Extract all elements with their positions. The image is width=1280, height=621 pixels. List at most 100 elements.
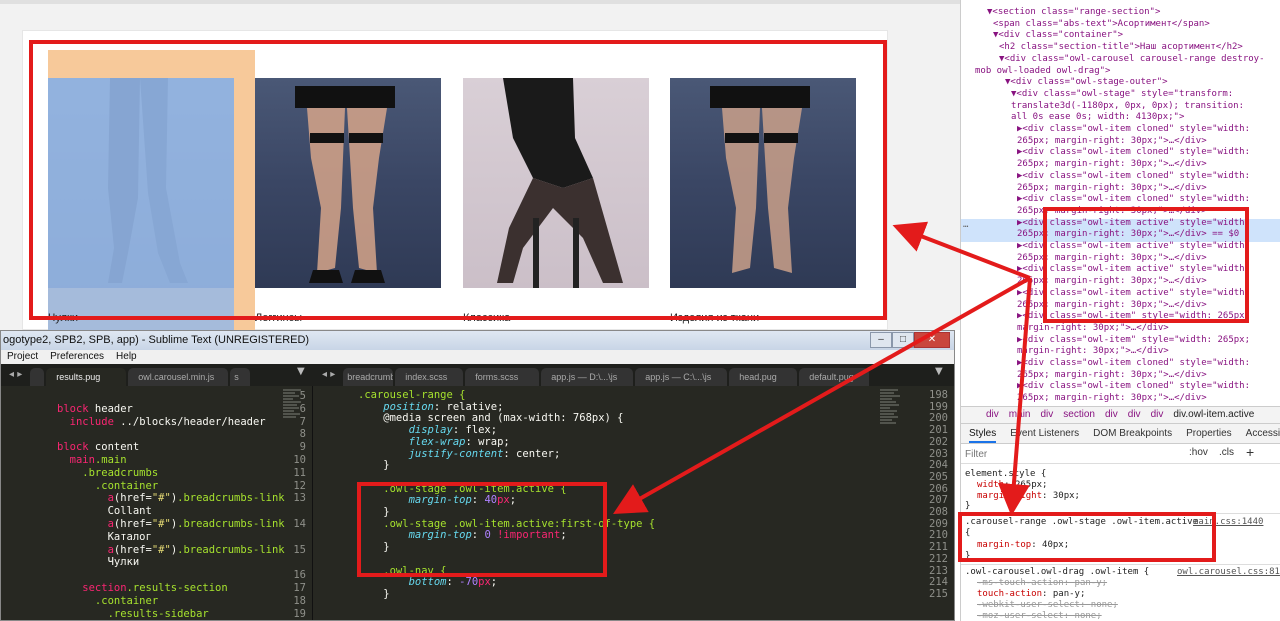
product-card-4[interactable]: Изделия из ткани [670,78,856,324]
tab-properties[interactable]: Properties [1186,424,1232,443]
tab-default-pug[interactable]: default.pug [799,368,870,386]
dom-node-line[interactable]: ▶<div class="owl-item cloned" style="wid… [1017,381,1250,391]
editor-pane-left[interactable]: 5 6 block header 7 include ../blocks/header… [1,386,313,620]
tab-scroll-icon[interactable]: ◂ ▸ [1,364,30,386]
css-declaration[interactable]: margin-right: 30px; [977,491,1080,501]
dom-node-line[interactable]: ▶<div class="owl-item active" style="wid… [1017,241,1250,251]
breadcrumb-item[interactable]: div [986,407,999,423]
dom-node-line[interactable]: ▶<div class="owl-item active" style="wid… [1017,218,1250,228]
dom-node-line[interactable]: 265px; margin-right: 30px;">…</div> [1017,253,1207,263]
code-line[interactable]: main.main [57,454,127,466]
dom-node-line[interactable]: 265px; margin-right: 30px;">…</div> == $… [1017,229,1239,239]
code-line[interactable]: } [358,541,389,553]
code-line[interactable]: block content [57,441,139,453]
dom-node-line[interactable]: ▶<div class="owl-item active" style="wid… [1017,288,1250,298]
code-line[interactable]: } [358,459,389,471]
minimize-icon[interactable]: – [870,332,892,348]
product-card-3[interactable]: Классика [463,78,649,324]
dom-node-line[interactable]: 265px; margin-right: 30px;">…</div> [1017,393,1207,403]
dom-node-line[interactable]: ▶<div class="owl-item active" style="wid… [1017,264,1250,274]
breadcrumb-item[interactable]: section [1063,407,1095,423]
element-style-selector[interactable]: element.style { [965,469,1046,479]
dom-node-line[interactable]: ▼<section class="range-section"> [987,7,1160,17]
dom-node-line[interactable]: 265px; margin-right: 30px;">…</div> [1017,370,1207,380]
dom-node-line[interactable]: ▶<div class="owl-item" style="width: 265… [1017,335,1250,345]
dom-node-line[interactable]: margin-right: 30px;">…</div> [1017,346,1169,356]
code-line[interactable]: Каталог [57,531,152,543]
code-line[interactable]: justify-content: center; [358,448,561,460]
product-card-2[interactable]: Леггинсы [255,78,441,324]
css-declaration-overridden[interactable]: -webkit-user-select: none; [977,600,1118,610]
product-caption[interactable]: Изделия из ткани [670,312,856,324]
tab-dom-breakpoints[interactable]: DOM Breakpoints [1093,424,1172,443]
code-line[interactable]: display: flex; [358,424,498,436]
dom-node-line[interactable]: ▼<div class="owl-stage" style="transform… [1011,89,1233,99]
css-declaration-overridden[interactable]: -ms-touch-action: pan-y; [977,578,1107,588]
code-line[interactable]: position: relative; [358,401,503,413]
tab-index-scss[interactable]: index.scss [395,368,464,386]
tab-scroll-icon[interactable]: ◂ ▸ [314,364,343,386]
css-source-link[interactable]: main.css:1440 [1193,517,1263,527]
code-line[interactable]: margin-top: 40px; [358,494,517,506]
dom-node-line[interactable]: ▶<div class="owl-item" style="width: 265… [1017,311,1250,321]
dom-node-line[interactable]: <span class="abs-text">Асортимент</span> [993,19,1210,29]
dom-node-line[interactable]: 265px; margin-right: 30px;">…</div> [1017,300,1207,310]
tab-forms-scss[interactable]: forms.scss [465,368,540,386]
breadcrumb-item-active[interactable]: div.owl-item.active [1173,407,1254,423]
product-image-fabric[interactable] [670,78,856,288]
css-declaration-overridden[interactable]: -moz-user-select: none; [977,611,1102,621]
code-line[interactable]: block header [57,403,133,415]
tab-app-js-c[interactable]: app.js — C:\...\js [635,368,728,386]
code-line[interactable]: flex-wrap: wrap; [358,436,510,448]
node-ellipsis-icon[interactable]: … [963,220,968,230]
tab-event-listeners[interactable]: Event Listeners [1010,424,1079,443]
tab-hidden[interactable] [30,368,45,386]
editor-pane-right[interactable]: 198 .carousel-range {199 position: relati… [314,386,954,620]
dom-node-line[interactable]: 265px; margin-right: 30px;">…</div> [1017,159,1207,169]
dom-node-line[interactable]: ▶<div class="owl-item cloned" style="wid… [1017,147,1250,157]
menu-preferences[interactable]: Preferences [50,350,104,364]
dom-node-line[interactable]: 265px; margin-right: 30px;">…</div> [1017,276,1207,286]
css-rule-selector[interactable]: .carousel-range .owl-stage .owl-item.act… [965,517,1198,527]
tab-app-js-d[interactable]: app.js — D:\...\js [541,368,634,386]
code-line[interactable]: margin-top: 0 !important; [358,529,567,541]
dom-node-line[interactable]: 265px; margin-right: 30px;">…</div> [1017,183,1207,193]
dom-node-line[interactable]: 265px; margin-right: 30px;">…</div> [1017,206,1207,216]
cls-toggle[interactable]: .cls [1219,447,1234,458]
css-declaration[interactable]: margin-top: 40px; [977,540,1069,550]
tab-breadcrumb[interactable]: breadcrumb [343,368,394,386]
menu-help[interactable]: Help [116,350,137,364]
code-line[interactable]: include ../blocks/header/header [57,416,266,428]
tab-owl-carousel[interactable]: owl.carousel.min.js [128,368,229,386]
code-line[interactable]: @media screen and (max-width: 768px) { [358,412,623,424]
dom-node-line[interactable]: ▶<div class="owl-item cloned" style="wid… [1017,194,1250,204]
code-line[interactable]: } [358,588,389,600]
code-line[interactable]: a(href="#").breadcrumbs-link [57,544,285,556]
tab-results-pug[interactable]: results.pug [46,368,127,386]
product-caption[interactable]: Леггинсы [255,312,441,324]
code-line[interactable]: .carousel-range { [358,389,465,401]
code-line[interactable]: .breadcrumbs [57,467,158,479]
code-line[interactable]: section.results-section [57,582,227,594]
dom-node-line[interactable]: mob owl-loaded owl-drag"> [975,66,1110,76]
code-line[interactable]: .results-sidebar [57,608,209,620]
minimap[interactable] [283,388,305,620]
product-image-classic[interactable] [463,78,649,288]
dom-node-line[interactable]: translate3d(-1180px, 0px, 0px); transiti… [1011,101,1244,111]
dom-node-line[interactable]: ▶<div class="owl-item cloned" style="wid… [1017,124,1250,134]
tab-head-pug[interactable]: head.pug [729,368,798,386]
styles-filter-input[interactable] [965,446,1175,462]
code-line[interactable]: Чулки [57,556,140,568]
hov-toggle[interactable]: :hov [1189,447,1208,458]
close-icon[interactable]: ✕ [914,332,950,348]
dom-node-line[interactable]: all 0s ease 0s; width: 4130px;"> [1011,112,1184,122]
code-line[interactable]: .owl-nav { [358,565,446,577]
product-caption[interactable]: Классика [463,312,649,324]
window-title-bar[interactable]: ogotype2, SPB2, SPB, app) - Sublime Text… [1,331,954,350]
tab-accessibility[interactable]: Accessibility [1246,424,1280,443]
dom-node-line[interactable]: ▼<div class="container"> [993,30,1123,40]
css-declaration[interactable]: touch-action: pan-y; [977,589,1085,599]
css-rule-selector[interactable]: .owl-carousel.owl-drag .owl-item { [965,567,1149,577]
code-line[interactable]: a(href="#").breadcrumbs-link [57,492,285,504]
breadcrumb-item[interactable]: main [1009,407,1031,423]
